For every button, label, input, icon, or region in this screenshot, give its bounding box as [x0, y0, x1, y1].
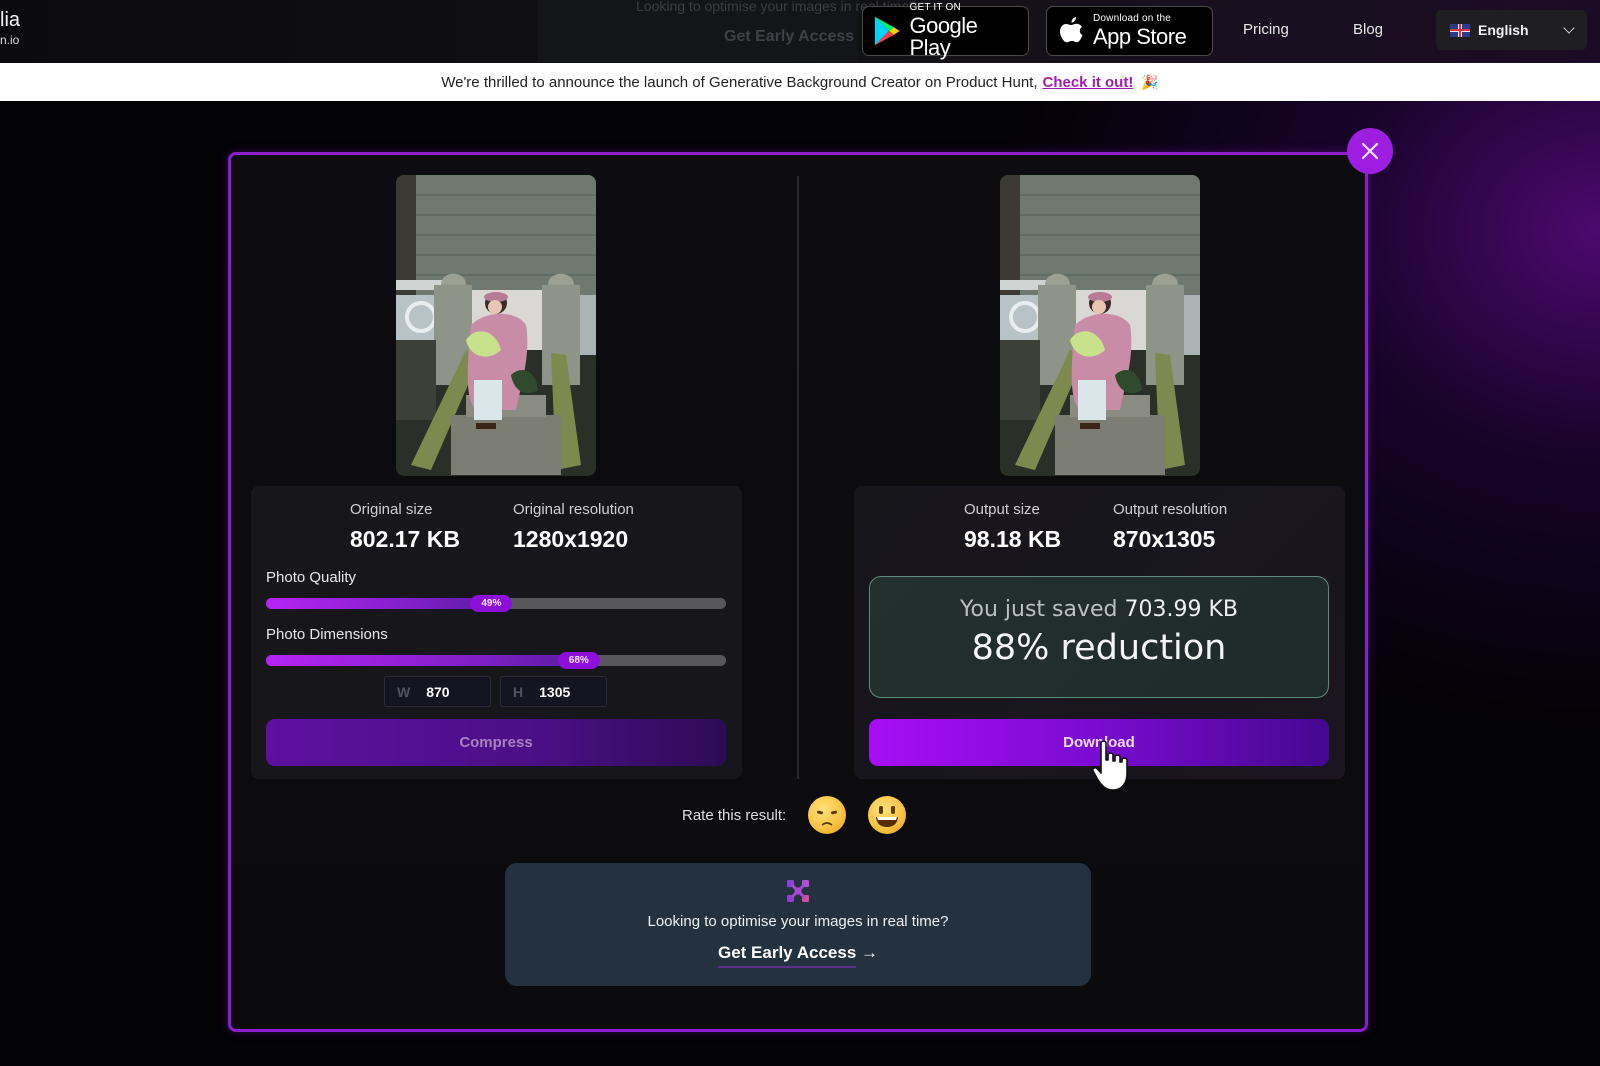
- ghost-promo-cta: Get Early Access: [724, 28, 855, 45]
- output-result-panel: Output size 98.18 KB Output resolution 8…: [854, 486, 1345, 779]
- rating-row: Rate this result:: [682, 796, 928, 834]
- original-resolution-label: Original resolution: [513, 501, 634, 518]
- announcement-bar: We're thrilled to announce the launch of…: [0, 63, 1600, 101]
- product-logo-icon: [787, 880, 809, 902]
- brand-logo[interactable]: lia n.io: [0, 10, 20, 46]
- app-store-small-text: Download on the: [1093, 13, 1172, 24]
- width-prefix: W: [397, 683, 411, 700]
- get-early-access-label: Get Early Access: [717, 943, 857, 968]
- get-early-access-link[interactable]: Get Early Access →: [505, 943, 1091, 968]
- height-prefix: H: [513, 683, 524, 700]
- announcement-link[interactable]: Check it out!: [1043, 74, 1134, 91]
- photo-dimensions-slider[interactable]: 68%: [266, 652, 726, 669]
- height-input[interactable]: [539, 683, 590, 700]
- hand-pointer-cursor-icon: [1092, 740, 1128, 791]
- top-navigation: lia n.io Looking to optimise your images…: [0, 0, 1600, 63]
- output-size-label: Output size: [964, 501, 1040, 518]
- rating-label: Rate this result:: [682, 806, 787, 824]
- savings-prefix: You just saved: [959, 597, 1118, 622]
- photo-dimensions-label: Photo Dimensions: [266, 626, 388, 643]
- nav-link-blog[interactable]: Blog: [1353, 21, 1383, 38]
- chevron-down-icon: [1563, 22, 1575, 34]
- brand-name: lia: [0, 9, 21, 31]
- brand-domain: n.io: [0, 33, 20, 47]
- announcement-text: We're thrilled to announce the launch of…: [441, 73, 1038, 91]
- original-image-preview: [396, 175, 596, 476]
- pensive-face-icon[interactable]: [808, 796, 847, 834]
- close-button[interactable]: [1347, 128, 1393, 174]
- photo-quality-label: Photo Quality: [266, 569, 357, 586]
- original-size-stat: Original size 802.17 KB: [350, 501, 460, 553]
- original-resolution-stat: Original resolution 1280x1920: [513, 501, 634, 553]
- output-resolution-label: Output resolution: [1113, 501, 1228, 518]
- original-settings-panel: Original size 802.17 KB Original resolut…: [251, 486, 742, 779]
- photo-dimensions-handle[interactable]: 68%: [557, 652, 600, 669]
- app-store-big-text: App Store: [1093, 24, 1187, 49]
- uk-flag-icon: [1450, 23, 1470, 37]
- output-image-preview: [1000, 175, 1200, 476]
- google-play-button[interactable]: GET IT ON Google Play: [862, 2, 1029, 60]
- arrow-right-icon: →: [861, 943, 879, 962]
- width-input[interactable]: [426, 683, 477, 700]
- app-store-button[interactable]: Download on the App Store: [1046, 6, 1213, 56]
- output-size-stat: Output size 98.18 KB: [964, 501, 1061, 553]
- photo-quality-slider[interactable]: 49%: [266, 595, 726, 612]
- width-field[interactable]: W: [384, 676, 491, 707]
- google-play-small-text: GET IT ON: [909, 2, 961, 13]
- early-access-promo: Looking to optimise your images in real …: [505, 863, 1091, 986]
- grinning-face-icon[interactable]: [868, 796, 907, 834]
- language-label: English: [1478, 22, 1529, 38]
- reduction-percentage: 88% reduction: [971, 628, 1227, 668]
- compress-button[interactable]: Compress: [266, 719, 726, 766]
- original-size-label: Original size: [350, 501, 433, 518]
- original-size-value: 802.17 KB: [350, 526, 460, 552]
- column-divider: [797, 176, 799, 779]
- photo-quality-handle[interactable]: 49%: [470, 595, 513, 612]
- savings-summary: You just saved 703.99 KB 88% reduction: [869, 576, 1329, 698]
- height-field[interactable]: H: [500, 676, 607, 707]
- savings-amount: 703.99 KB: [1124, 597, 1239, 622]
- nav-link-pricing[interactable]: Pricing: [1243, 21, 1289, 38]
- google-play-icon: [874, 16, 900, 46]
- close-icon: [1361, 142, 1379, 160]
- promo-text: Looking to optimise your images in real …: [647, 913, 949, 930]
- apple-icon: [1060, 17, 1083, 43]
- photo-dimensions-fill: [266, 655, 579, 666]
- google-play-big-text: Google Play: [909, 13, 978, 60]
- output-size-value: 98.18 KB: [964, 526, 1062, 552]
- photo-quality-fill: [266, 598, 492, 609]
- party-popper-icon: 🎉: [1141, 73, 1159, 90]
- savings-line: You just saved 703.99 KB: [870, 597, 1328, 622]
- language-selector[interactable]: English: [1436, 10, 1587, 50]
- original-resolution-value: 1280x1920: [513, 526, 629, 552]
- output-resolution-stat: Output resolution 870x1305: [1113, 501, 1227, 553]
- output-resolution-value: 870x1305: [1113, 526, 1216, 552]
